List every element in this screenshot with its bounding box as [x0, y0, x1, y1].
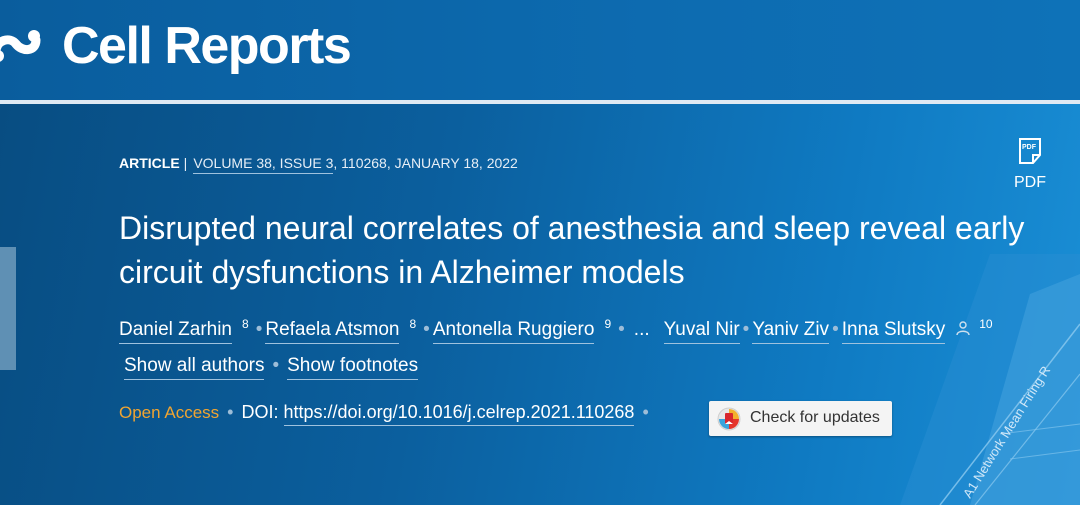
access-row: Open Access • DOI: https://doi.org/10.1016…: [119, 402, 657, 426]
author-link[interactable]: Antonella Ruggiero: [432, 319, 595, 345]
article-title: Disrupted neural correlates of anesthesi…: [119, 210, 1025, 290]
author-affiliation[interactable]: 9: [604, 317, 611, 331]
meta-separator: |: [183, 155, 188, 171]
side-tab[interactable]: [0, 247, 16, 370]
author-list: Daniel Zarhin 8 • Refaela Atsmon 8 • Antonella…: [119, 317, 997, 345]
bullet-separator: •: [832, 319, 839, 341]
author-affiliation[interactable]: 8: [242, 317, 249, 331]
svg-text:PDF: PDF: [1022, 144, 1037, 151]
author-affiliation[interactable]: 10: [979, 317, 992, 331]
check-for-updates-label: Check for updates: [750, 409, 880, 426]
author-link[interactable]: Yaniv Ziv: [752, 319, 830, 345]
author-link[interactable]: Yuval Nir: [663, 319, 740, 345]
issue-link[interactable]: VOLUME 38, ISSUE 3: [193, 155, 334, 174]
article-meta: ARTICLE | VOLUME 38, ISSUE 3, 110268, JANU…: [119, 155, 518, 174]
bullet-separator: •: [423, 319, 430, 341]
pdf-label: PDF: [1014, 174, 1046, 191]
show-footnotes-link[interactable]: Show footnotes: [287, 355, 419, 380]
author-link[interactable]: Refaela Atsmon: [265, 319, 400, 345]
bullet-separator: •: [642, 402, 649, 422]
bullet-separator: •: [255, 319, 263, 341]
authors-ellipsis: ...: [633, 319, 650, 341]
person-icon: [956, 321, 970, 336]
author-actions: Show all authors • Show footnotes: [124, 355, 419, 380]
open-access-badge[interactable]: Open Access: [119, 403, 219, 422]
brand-name[interactable]: Cell Reports: [62, 16, 352, 76]
article-type: ARTICLE: [119, 155, 180, 171]
pdf-button[interactable]: PDF PDF: [1010, 138, 1050, 192]
pdf-icon: PDF: [1019, 138, 1041, 164]
citation-details: , 110268, JANUARY 18, 2022: [333, 155, 518, 171]
author-link[interactable]: Daniel Zarhin: [119, 319, 232, 345]
author-affiliation[interactable]: 8: [409, 317, 416, 331]
bullet-separator: •: [272, 355, 280, 376]
article-header: A1 Network Mean Firing R ARTICLE | VOLUME …: [0, 104, 1080, 505]
bullet-separator: •: [618, 319, 625, 341]
bullet-separator: •: [742, 319, 750, 341]
doi-link[interactable]: https://doi.org/10.1016/j.celrep.2021.11…: [283, 402, 635, 426]
cell-press-logo-icon[interactable]: [0, 22, 46, 70]
doi-label: DOI:: [241, 402, 279, 422]
bullet-separator: •: [227, 402, 234, 422]
crossmark-icon: [717, 407, 741, 431]
check-for-updates-button[interactable]: Check for updates: [709, 401, 892, 436]
author-link[interactable]: Inna Slutsky: [841, 319, 946, 345]
site-header: Cell Reports: [0, 0, 1080, 100]
show-all-authors-link[interactable]: Show all authors: [124, 355, 265, 380]
